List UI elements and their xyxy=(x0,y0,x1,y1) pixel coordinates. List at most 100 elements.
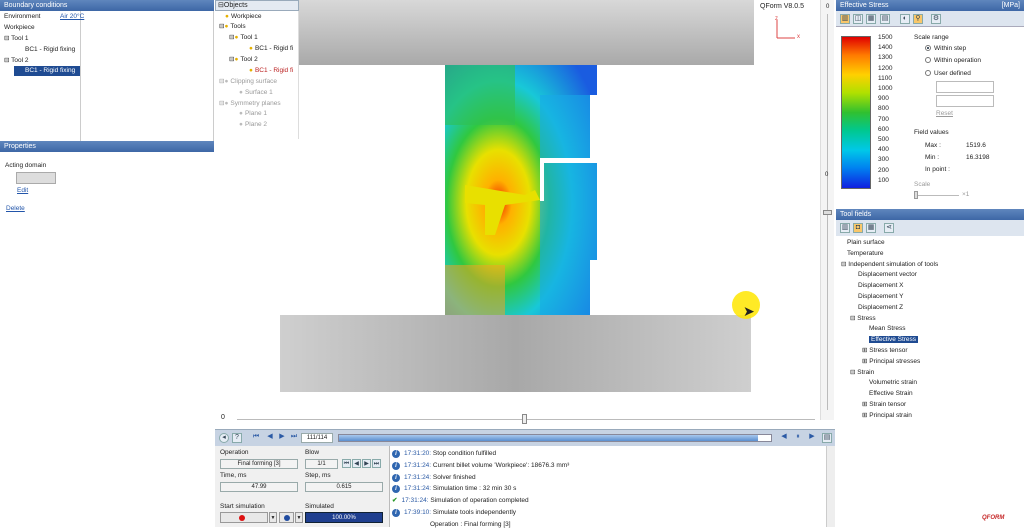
obj-workpiece[interactable]: ● Workpiece xyxy=(225,12,262,22)
tool-field-item[interactable]: Displacement Z xyxy=(858,303,903,313)
start-simulation-button[interactable] xyxy=(220,512,268,523)
tool-field-item[interactable]: Effective Strain xyxy=(869,389,913,399)
tool-field-item[interactable]: Volumetric strain xyxy=(869,378,917,388)
bc-row-environment[interactable]: Environment xyxy=(4,12,41,22)
tool-field-item[interactable]: Mean Stress xyxy=(869,324,906,334)
pause-icon[interactable]: ⏸ xyxy=(793,433,803,443)
tool-field-item[interactable]: ⊟ Independent simulation of tools xyxy=(841,260,938,270)
scale-tick-label: 300 xyxy=(878,156,889,164)
edit-link[interactable]: Edit xyxy=(17,186,28,196)
option-user-defined[interactable]: User defined xyxy=(925,69,971,79)
log-entry: i 17:31:24: Solver finished xyxy=(392,472,476,483)
bc-row-tool2[interactable]: ⊟ Tool 2 xyxy=(4,56,29,66)
tool-field-item[interactable]: Displacement X xyxy=(858,281,904,291)
bc-row-tool2-bc1-selected[interactable]: BC1 - Rigid fixing xyxy=(14,66,80,76)
prev-frame-icon[interactable]: ◀ xyxy=(265,433,275,443)
info-icon: i xyxy=(392,461,400,470)
start-simulation-label: Start simulation xyxy=(220,503,265,510)
color-scale-icon[interactable]: ▥ xyxy=(840,14,850,24)
tool-field-item[interactable]: Plain surface xyxy=(847,238,885,248)
bc-row-workpiece[interactable]: Workpiece xyxy=(4,23,35,33)
user-min-input[interactable] xyxy=(936,95,994,107)
isolines-icon[interactable]: ◫ xyxy=(853,14,863,24)
environment-value-link[interactable]: Air 20°C xyxy=(60,12,84,22)
tool-field-item[interactable]: Effective Stress xyxy=(869,335,919,345)
frame-progress-bar[interactable] xyxy=(338,434,772,442)
settings-icon[interactable]: ⚙ xyxy=(931,14,941,24)
next-frame-icon[interactable]: ▶ xyxy=(277,433,287,443)
blow-value: 1/1 xyxy=(305,459,338,469)
tool-color-icon[interactable]: ▥ xyxy=(840,223,850,233)
tool-field-label: Effective Strain xyxy=(869,390,913,398)
tool-field-item[interactable]: ⊟ Stress xyxy=(850,314,876,324)
objects-tree: ● Workpiece ⊟● Tools ⊟● Tool 1 ● BC1 - Rigid… xyxy=(215,11,299,139)
tool-field-item[interactable]: ⊞ Strain tensor xyxy=(862,400,906,410)
obj-tool2[interactable]: ⊟● Tool 2 xyxy=(229,55,258,65)
vertical-slider[interactable]: 0 0 xyxy=(820,0,834,420)
tool-field-item[interactable]: ⊞ Principal strain xyxy=(862,411,912,421)
mesh-icon[interactable]: ▦ xyxy=(866,14,876,24)
bc-tree: Environment Air 20°C Workpiece ⊟ Tool 1 … xyxy=(0,11,214,141)
rewind-icon[interactable]: ◂ xyxy=(219,433,229,443)
tool-field-item[interactable]: Temperature xyxy=(847,249,884,259)
scale-tick-label: 100 xyxy=(878,176,889,184)
obj-tool1-bc1[interactable]: ● BC1 - Rigid fi xyxy=(249,44,293,54)
reset-link[interactable]: Reset xyxy=(936,109,953,119)
help-icon[interactable]: ? xyxy=(232,433,242,443)
first-frame-icon[interactable]: ⏮ xyxy=(251,433,261,443)
operation-value: Final forming [3] xyxy=(220,459,298,469)
blow-next-icon[interactable]: ▶ xyxy=(362,459,371,468)
tool-field-label: Volumetric strain xyxy=(869,379,918,387)
timeline-thumb[interactable] xyxy=(522,414,527,424)
record-icon xyxy=(239,515,245,521)
share-icon[interactable]: ⋖ xyxy=(884,223,894,233)
obj-symmetry-planes[interactable]: ⊟● Symmetry planes xyxy=(219,99,281,109)
start-dropdown-icon[interactable]: ▼ xyxy=(269,512,277,523)
play-icon[interactable]: ▶ xyxy=(807,433,817,443)
user-max-input[interactable] xyxy=(936,81,994,93)
bc-row-tool1[interactable]: ⊟ Tool 1 xyxy=(4,34,29,44)
log-scrollbar[interactable] xyxy=(826,446,835,527)
tool-field-label: Displacement vector xyxy=(858,271,917,279)
obj-tool1[interactable]: ⊟● Tool 1 xyxy=(229,33,258,43)
panel-toggle-icon[interactable]: ▤ xyxy=(822,433,832,443)
stop-simulation-button[interactable] xyxy=(279,512,294,523)
vslider-thumb[interactable] xyxy=(823,210,832,215)
mouse-cursor-icon: ➤ xyxy=(743,303,755,319)
bulb-icon: ● xyxy=(224,23,229,30)
pin-icon[interactable]: ⚲ xyxy=(913,14,923,24)
tool-field-item[interactable]: ⊞ Stress tensor xyxy=(862,346,908,356)
tool-field-item[interactable]: Displacement vector xyxy=(858,270,917,280)
option-within-operation[interactable]: Within operation xyxy=(925,56,981,66)
scale-tick-label: 1300 xyxy=(878,54,893,62)
blow-first-icon[interactable]: ⏮ xyxy=(342,459,351,468)
stop-dropdown-icon[interactable]: ▼ xyxy=(295,512,303,523)
tool-mesh-icon[interactable]: ▦ xyxy=(866,223,876,233)
tool-field-label: Independent simulation of tools xyxy=(848,260,939,268)
play-back-icon[interactable]: ◀ xyxy=(779,433,789,443)
gradient-icon[interactable]: ▤ xyxy=(880,14,890,24)
timeline-slider[interactable]: 0 xyxy=(215,410,820,428)
obj-surface1[interactable]: ● Surface 1 xyxy=(239,88,273,98)
blow-prev-icon[interactable]: ◀ xyxy=(352,459,361,468)
scale-slider-thumb[interactable] xyxy=(914,191,918,199)
contrast-icon[interactable]: ◐ xyxy=(900,14,910,24)
obj-plane2[interactable]: ● Plane 2 xyxy=(239,120,267,130)
delete-link[interactable]: Delete xyxy=(6,204,25,214)
tool-surface-icon[interactable]: ◘ xyxy=(853,223,863,233)
obj-plane1[interactable]: ● Plane 1 xyxy=(239,109,267,119)
tool-field-item[interactable]: Displacement Y xyxy=(858,292,903,302)
tool-field-item[interactable]: ⊟ Strain xyxy=(850,368,874,378)
tool-field-item[interactable]: ⊞ Principal stresses xyxy=(862,357,920,367)
tool-field-label: Strain xyxy=(857,368,875,376)
log-entry: i 17:31:24: Current billet volume 'Workpi… xyxy=(392,460,569,471)
blow-last-icon[interactable]: ⏭ xyxy=(372,459,381,468)
obj-clipping-surface[interactable]: ⊟● Clipping surface xyxy=(219,77,277,87)
obj-tool2-bc1[interactable]: ● BC1 - Rigid fi xyxy=(249,66,293,76)
acting-domain-box[interactable] xyxy=(16,172,56,184)
obj-tools[interactable]: ⊟● Tools xyxy=(219,22,246,32)
bc-row-tool1-bc1[interactable]: BC1 - Rigid fixing xyxy=(25,45,75,55)
last-frame-icon[interactable]: ⏭ xyxy=(289,433,299,443)
frame-counter[interactable]: 111/114 xyxy=(301,433,333,443)
option-within-step[interactable]: Within step xyxy=(925,44,966,54)
